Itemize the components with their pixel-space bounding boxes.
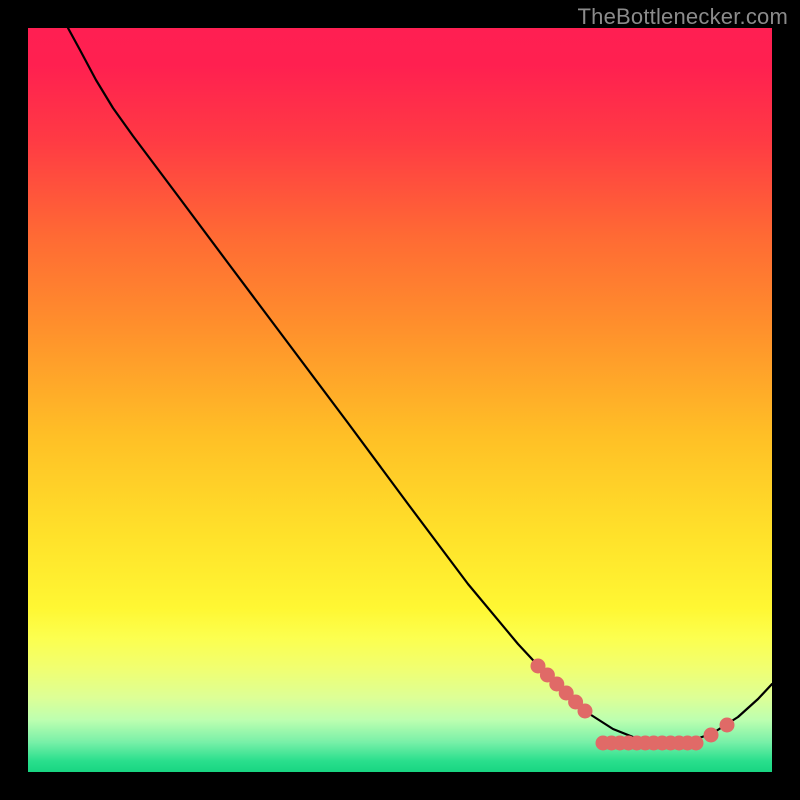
highlight-dot	[689, 736, 704, 751]
chart-svg	[28, 28, 772, 772]
gradient-background	[28, 28, 772, 772]
plot-area	[28, 28, 772, 772]
highlight-dot	[704, 728, 719, 743]
highlight-dot	[578, 704, 593, 719]
highlight-dot	[720, 718, 735, 733]
watermark-text: TheBottlenecker.com	[578, 4, 788, 30]
chart-stage: TheBottlenecker.com	[0, 0, 800, 800]
